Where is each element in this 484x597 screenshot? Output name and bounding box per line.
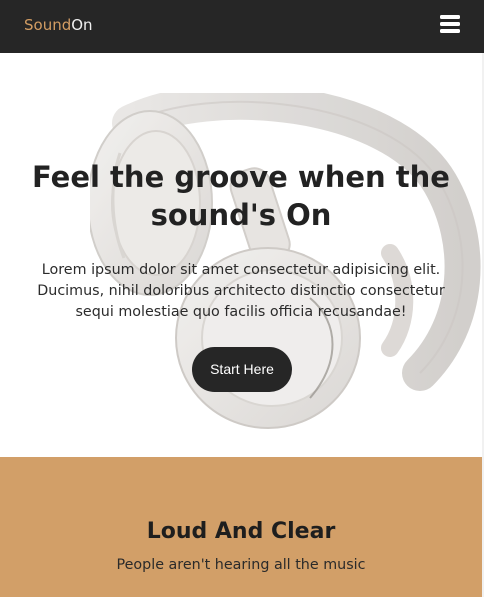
- menu-bar-bottom: [440, 29, 460, 33]
- menu-bar-top: [440, 15, 460, 19]
- brand-logo[interactable]: SoundOn: [24, 15, 93, 35]
- hero-title: Feel the groove when the sound's On: [32, 160, 450, 232]
- hero-section: Feel the groove when the sound's On Lore…: [0, 53, 482, 457]
- page: SoundOn Feel the groove when the sound's…: [0, 0, 484, 597]
- brand-part-sound: Sound: [24, 16, 72, 34]
- hero-description: Lorem ipsum dolor sit amet consectetur a…: [37, 262, 445, 320]
- features-section: Loud And Clear People aren't hearing all…: [0, 457, 482, 597]
- section-subtitle: People aren't hearing all the music: [116, 557, 366, 573]
- start-here-button[interactable]: Start Here: [192, 347, 292, 392]
- menu-bar-middle: [440, 22, 460, 26]
- navbar: SoundOn: [0, 0, 484, 53]
- section-title: Loud And Clear: [146, 519, 336, 544]
- hamburger-menu-icon[interactable]: [440, 15, 460, 33]
- brand-part-on: On: [71, 16, 93, 34]
